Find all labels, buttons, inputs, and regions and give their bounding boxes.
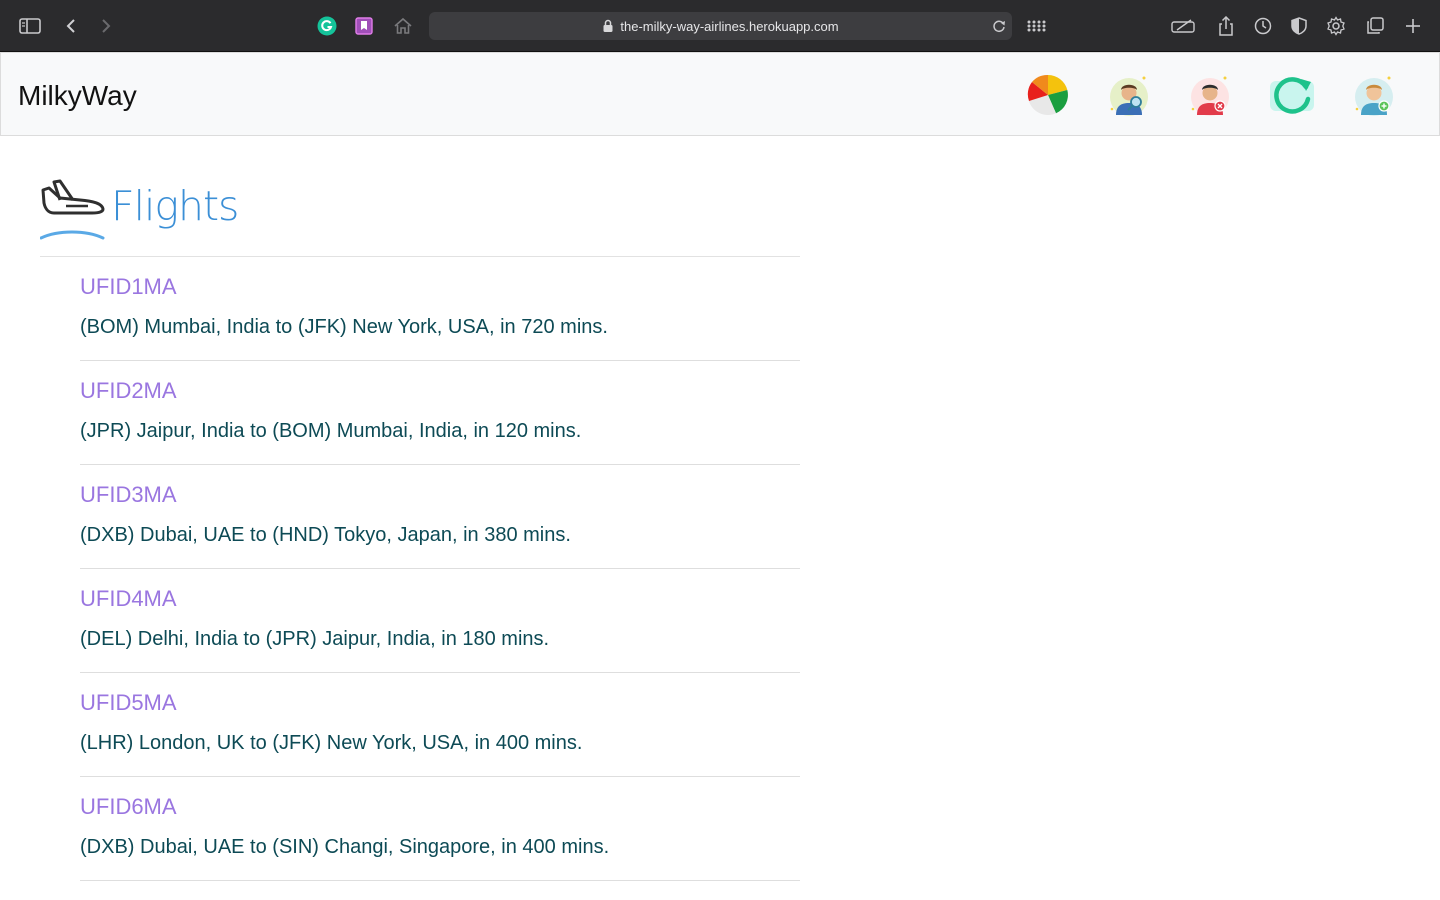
lock-icon [603,19,613,32]
bookmark-extension-icon[interactable] [351,13,377,39]
flight-route: (DEL) Delhi, India to (JPR) Jaipur, Indi… [80,628,550,650]
flight-route: (BOM) Mumbai, India to (JFK) New York, U… [80,316,608,338]
flight-item[interactable]: UFID3MA (DXB) Dubai, UAE to (HND) Tokyo,… [80,465,800,569]
back-icon[interactable] [58,13,84,39]
flight-route: (DXB) Dubai, UAE to (SIN) Changi, Singap… [80,836,610,858]
browser-toolbar: the-milky-way-airlines.herokuapp.com [0,0,1440,52]
flight-list: UFID1MA (BOM) Mumbai, India to (JFK) New… [80,257,800,881]
url-text: the-milky-way-airlines.herokuapp.com [620,18,839,34]
app-navbar: MilkyWay [0,52,1440,136]
privacy-shield-icon[interactable] [1286,13,1312,39]
reload-icon[interactable] [992,19,1006,33]
flight-route: (JPR) Jaipur, India to (BOM) Mumbai, Ind… [80,420,582,442]
forward-icon[interactable] [93,13,119,39]
pie-chart-icon[interactable] [1026,73,1070,117]
brand-logo-text[interactable]: MilkyWay [18,80,137,112]
flight-id-link[interactable]: UFID4MA [80,586,177,612]
address-bar[interactable]: the-milky-way-airlines.herokuapp.com [429,12,1012,40]
password-icon[interactable] [1170,13,1196,39]
sidebar-toggle-icon[interactable] [17,13,43,39]
apps-grid-icon[interactable] [1023,13,1049,39]
flight-item[interactable]: UFID4MA (DEL) Delhi, India to (JPR) Jaip… [80,569,800,673]
new-tab-icon[interactable] [1400,13,1426,39]
flight-id-link[interactable]: UFID6MA [80,794,177,820]
share-icon[interactable] [1213,13,1239,39]
flights-header: Flights [40,172,800,257]
grammarly-extension-icon[interactable] [314,13,340,39]
flight-item[interactable]: UFID6MA (DXB) Dubai, UAE to (SIN) Changi… [80,777,800,881]
add-user-icon[interactable] [1352,73,1396,117]
flight-item[interactable]: UFID1MA (BOM) Mumbai, India to (JFK) New… [80,257,800,361]
flight-id-link[interactable]: UFID2MA [80,378,177,404]
flight-item[interactable]: UFID5MA (LHR) London, UK to (JFK) New Yo… [80,673,800,777]
flight-id-link[interactable]: UFID1MA [80,274,177,300]
settings-gear-icon[interactable] [1323,13,1349,39]
search-user-icon[interactable] [1107,73,1151,117]
history-icon[interactable] [1250,13,1276,39]
home-icon[interactable] [390,13,416,39]
refresh-icon[interactable] [1270,73,1314,117]
flight-route: (DXB) Dubai, UAE to (HND) Tokyo, Japan, … [80,524,571,546]
flight-item[interactable]: UFID2MA (JPR) Jaipur, India to (BOM) Mum… [80,361,800,465]
flight-id-link[interactable]: UFID5MA [80,690,177,716]
flight-id-link[interactable]: UFID3MA [80,482,177,508]
airplane-landing-icon [40,179,105,240]
flight-route: (LHR) London, UK to (JFK) New York, USA,… [80,732,583,754]
page-title: Flights [111,182,239,230]
remove-user-icon[interactable] [1188,73,1232,117]
tabs-overview-icon[interactable] [1362,13,1388,39]
